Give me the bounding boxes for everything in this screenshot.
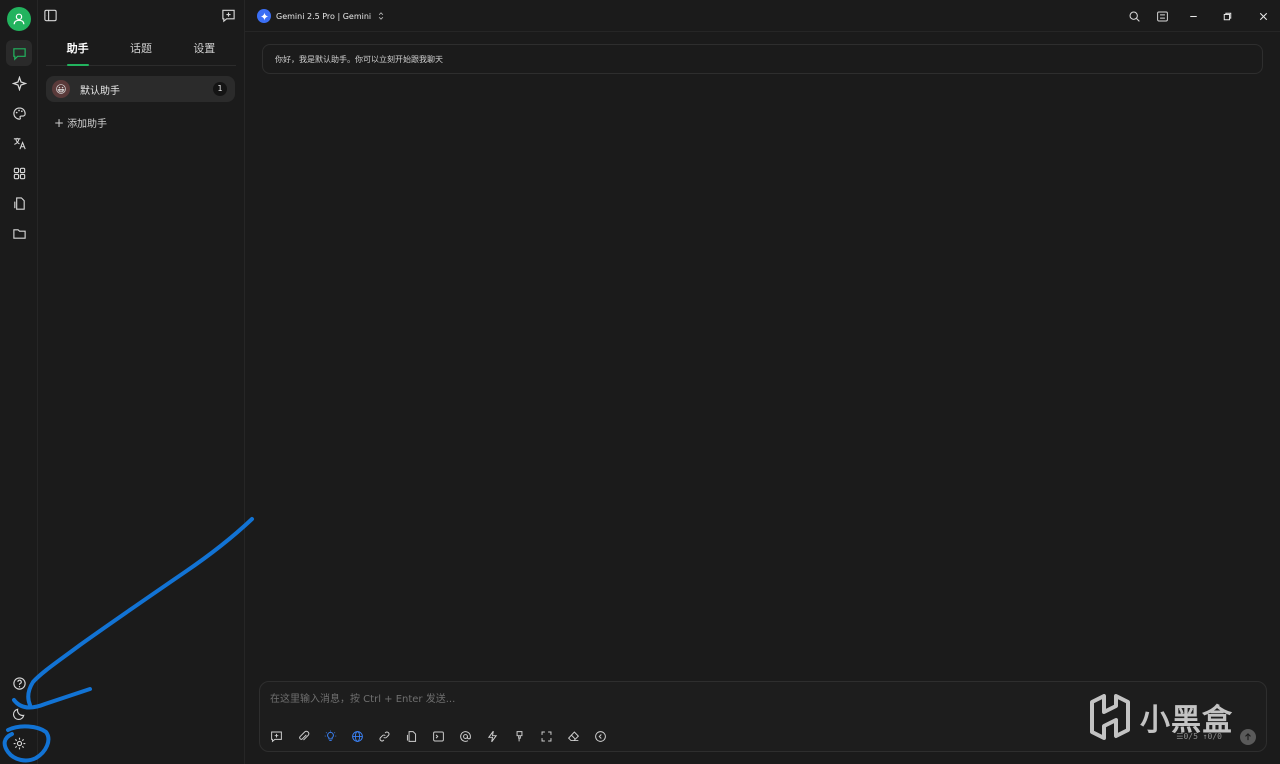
link-icon [379,731,390,742]
collapse-button[interactable] [593,729,608,744]
restore-button[interactable] [1219,8,1235,24]
icon-rail [0,0,38,764]
at-icon [460,731,471,742]
close-button[interactable] [1255,8,1271,24]
fullscreen-icon [541,731,552,742]
terminal-button[interactable] [431,729,446,744]
rail-files-button[interactable] [6,190,32,216]
globe-icon [352,731,363,742]
palette-icon [12,106,26,120]
new-topic-icon [271,731,282,743]
sidebar-toggle-icon[interactable] [43,8,58,23]
chat-main: Gemini 2.5 Pro | Gemini 你好，我是默认助手。你可以立刻开… [245,0,1280,764]
rail-settings-button[interactable] [6,730,32,756]
composer-toolbar [269,729,608,744]
minimize-button[interactable] [1185,8,1201,24]
thinking-button[interactable] [323,729,338,744]
collapse-icon [595,731,606,742]
clear-button[interactable] [566,729,581,744]
rail-paint-button[interactable] [6,100,32,126]
brush-icon [516,731,523,742]
bulb-icon [324,730,337,742]
minimize-icon [1189,15,1197,17]
assistant-sidebar: 助手 话题 设置 😀 默认助手 1 + 添加助手 [38,0,245,764]
arrow-up-icon [1245,733,1251,741]
sparkle-icon [11,75,27,91]
tab-topics[interactable]: 话题 [109,36,172,65]
folder-icon [12,228,26,239]
new-topic-button[interactable] [269,729,284,744]
quick-phrase-button[interactable] [485,729,500,744]
send-button[interactable] [1240,729,1256,745]
rail-chat-button[interactable] [6,40,32,66]
file-icon [406,731,417,742]
mention-button[interactable] [458,729,473,744]
search-icon [1129,11,1140,22]
fullscreen-button[interactable] [539,729,554,744]
attach-button[interactable] [296,729,311,744]
rail-translate-button[interactable] [6,130,32,156]
moon-icon [12,708,24,720]
translate-icon [13,137,26,149]
settings-icon [13,737,25,749]
sidebar-tabs: 助手 话题 设置 [46,36,236,66]
file-swap-icon [13,196,25,210]
layout-icon [1156,11,1168,21]
chat-topbar: Gemini 2.5 Pro | Gemini [245,0,1280,32]
topic-count-badge: 1 [213,82,227,96]
web-search-button[interactable] [350,729,365,744]
chat-icon [12,47,26,61]
tab-assistants[interactable]: 助手 [46,36,109,66]
tab-settings[interactable]: 设置 [173,36,236,65]
user-avatar[interactable] [7,7,31,31]
add-assistant-button[interactable]: + 添加助手 [54,115,107,130]
assistant-greeting-message: 你好，我是默认助手。你可以立刻开始跟我聊天 [262,44,1263,74]
close-icon [1259,12,1267,20]
eraser-icon [567,731,580,742]
terminal-icon [433,731,444,742]
message-composer: ☰0/5 ↑0/0 [259,681,1267,752]
model-selector[interactable]: Gemini 2.5 Pro | Gemini [257,9,386,23]
assistant-label: 默认助手 [80,86,120,97]
new-chat-icon[interactable] [221,8,236,23]
message-input[interactable] [270,690,870,708]
restore-icon [1223,12,1231,20]
rail-agents-button[interactable] [6,70,32,96]
token-counts: ☰0/5 ↑0/0 [1176,732,1222,741]
sidebar-toolbar [38,0,245,32]
plus-icon: + [54,116,65,130]
model-label: Gemini 2.5 Pro | Gemini [276,11,372,21]
layout-toggle-button[interactable] [1154,8,1170,24]
rail-apps-button[interactable] [6,160,32,186]
add-assistant-label: 添加助手 [67,119,108,130]
apps-grid-icon [13,167,25,179]
search-button[interactable] [1126,8,1142,24]
rail-theme-button[interactable] [6,700,32,726]
gemini-logo-icon [257,9,271,23]
assistant-emoji-avatar: 😀 [52,80,70,98]
bolt-icon [487,730,498,743]
attach-icon [299,730,310,741]
chevron-updown-icon [378,12,384,20]
rail-folder-button[interactable] [6,220,32,246]
link-button[interactable] [377,729,392,744]
clear-format-button[interactable] [512,729,527,744]
assistant-item-default[interactable]: 😀 默认助手 1 [46,76,235,102]
knowledge-file-button[interactable] [404,729,419,744]
user-icon [13,13,25,25]
help-icon [12,676,26,690]
rail-help-button[interactable] [6,670,32,696]
